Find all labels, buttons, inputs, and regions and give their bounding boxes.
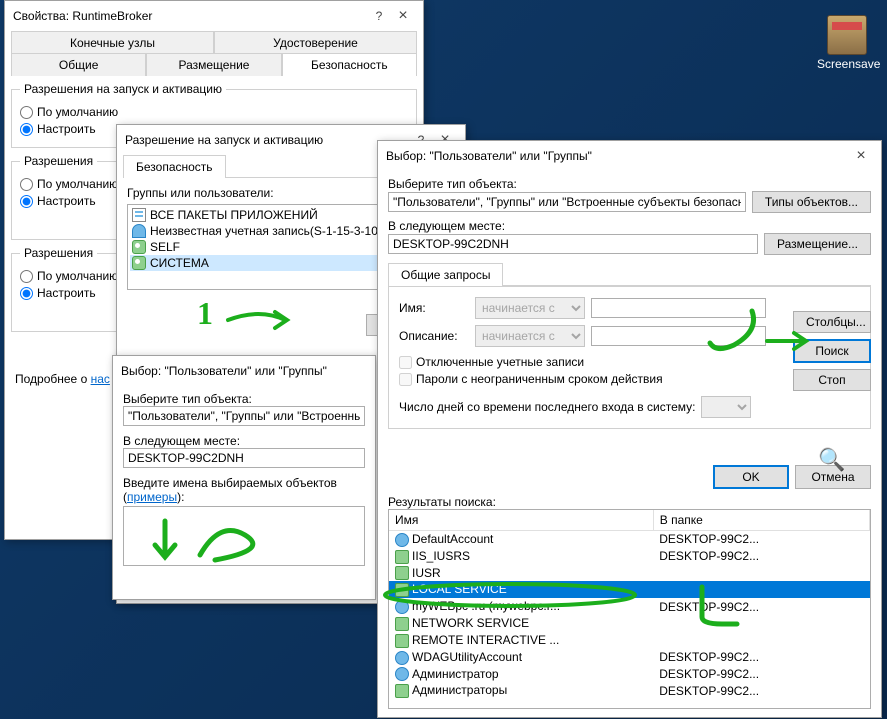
name-filter-label: Имя:	[399, 301, 469, 315]
user-icon	[395, 533, 409, 547]
radio-default-launch[interactable]: По умолчанию	[20, 105, 408, 119]
stop-button[interactable]: Стоп	[793, 369, 871, 391]
select-large-title: Выбор: "Пользователи" или "Группы"	[386, 149, 849, 163]
desktop-icon-screensaver[interactable]: Screensave	[817, 15, 877, 71]
group-icon	[132, 256, 146, 270]
object-type-field[interactable]	[388, 192, 746, 212]
tab-security[interactable]: Безопасность	[123, 155, 226, 178]
desktop-icon-label: Screensave	[817, 57, 877, 71]
tab-general[interactable]: Общие	[11, 53, 146, 76]
result-row[interactable]: DefaultAccountDESKTOP-99C2...	[389, 531, 870, 548]
group-icon	[395, 617, 409, 631]
col-name[interactable]: Имя	[389, 510, 653, 531]
window-select-small: Выбор: "Пользователи" или "Группы" Выбер…	[112, 355, 376, 600]
col-folder[interactable]: В папке	[653, 510, 869, 531]
location-field[interactable]	[388, 234, 758, 254]
user-icon	[132, 224, 146, 238]
user-icon	[395, 667, 409, 681]
result-row[interactable]: WDAGUtilityAccountDESKTOP-99C2...	[389, 649, 870, 666]
package-icon	[132, 208, 146, 222]
tab-endpoints[interactable]: Конечные узлы	[11, 31, 214, 54]
desc-filter-label: Описание:	[399, 329, 469, 343]
name-filter-mode[interactable]: начинается с	[475, 297, 585, 319]
result-row[interactable]: myWEBpc .ru (mywebpc.r...DESKTOP-99C2...	[389, 598, 870, 615]
days-since-login-label: Число дней со времени последнего входа в…	[399, 400, 695, 414]
help-button[interactable]: ?	[367, 4, 391, 28]
launch-perm-title: Разрешение на запуск и активацию	[125, 133, 409, 147]
location-button[interactable]: Размещение...	[764, 233, 871, 255]
columns-button[interactable]: Столбцы...	[793, 311, 871, 333]
desc-filter-mode[interactable]: начинается с	[475, 325, 585, 347]
properties-title: Свойства: RuntimeBroker	[13, 9, 367, 23]
result-row[interactable]: АдминистраторDESKTOP-99C2...	[389, 666, 870, 683]
result-row[interactable]: АдминистраторыDESKTOP-99C2...	[389, 682, 870, 699]
object-type-label: Выберите тип объекта:	[388, 177, 871, 191]
location-field[interactable]	[123, 448, 365, 468]
close-button[interactable]: ×	[391, 4, 415, 28]
tab-security[interactable]: Безопасность	[282, 53, 417, 76]
result-row[interactable]: REMOTE INTERACTIVE ...	[389, 632, 870, 649]
result-row[interactable]: NETWORK SERVICE	[389, 615, 870, 632]
examples-link[interactable]: примеры	[127, 490, 177, 504]
results-listbox[interactable]: Имя В папке DefaultAccountDESKTOP-99C2..…	[388, 509, 871, 709]
group-launch-legend: Разрешения на запуск и активацию	[20, 82, 226, 96]
select-title: Выбор: "Пользователи" или "Группы"	[121, 364, 367, 378]
close-button[interactable]: ×	[849, 144, 873, 168]
more-link[interactable]: нас	[91, 372, 110, 386]
object-type-label: Выберите тип объекта:	[123, 392, 365, 406]
object-type-field[interactable]	[123, 406, 365, 426]
names-input[interactable]	[123, 506, 365, 566]
results-label: Результаты поиска:	[388, 495, 871, 509]
search-icon: 🔍	[818, 447, 845, 473]
user-icon	[395, 600, 409, 614]
result-row[interactable]: IUSR	[389, 565, 870, 582]
result-row[interactable]: IIS_IUSRSDESKTOP-99C2...	[389, 548, 870, 565]
tab-location[interactable]: Размещение	[146, 53, 281, 76]
object-types-button[interactable]: Типы объектов...	[752, 191, 871, 213]
group-icon	[395, 583, 409, 597]
location-label: В следующем месте:	[388, 219, 871, 233]
location-label: В следующем месте:	[123, 434, 365, 448]
winrar-icon	[827, 15, 867, 55]
group-icon	[395, 634, 409, 648]
chk-nonexpiring-pwd[interactable]: Пароли с неограниченным сроком действия	[399, 372, 860, 386]
user-icon	[395, 651, 409, 665]
find-button[interactable]: Поиск	[793, 339, 871, 363]
window-select-large: Выбор: "Пользователи" или "Группы" × Выб…	[377, 140, 882, 718]
tab-identity[interactable]: Удостоверение	[214, 31, 417, 54]
result-row[interactable]: LOCAL SERVICE	[389, 581, 870, 598]
group-icon	[395, 684, 409, 698]
name-filter-input[interactable]	[591, 298, 766, 318]
ok-button[interactable]: OK	[713, 465, 789, 489]
days-since-login-select[interactable]	[701, 396, 751, 418]
names-label: Введите имена выбираемых объектов	[123, 476, 337, 490]
desc-filter-input[interactable]	[591, 326, 766, 346]
chk-disabled-accounts[interactable]: Отключенные учетные записи	[399, 355, 860, 369]
group-icon	[395, 566, 409, 580]
group-icon	[395, 550, 409, 564]
group-icon	[132, 240, 146, 254]
tab-common-queries[interactable]: Общие запросы	[388, 263, 503, 286]
